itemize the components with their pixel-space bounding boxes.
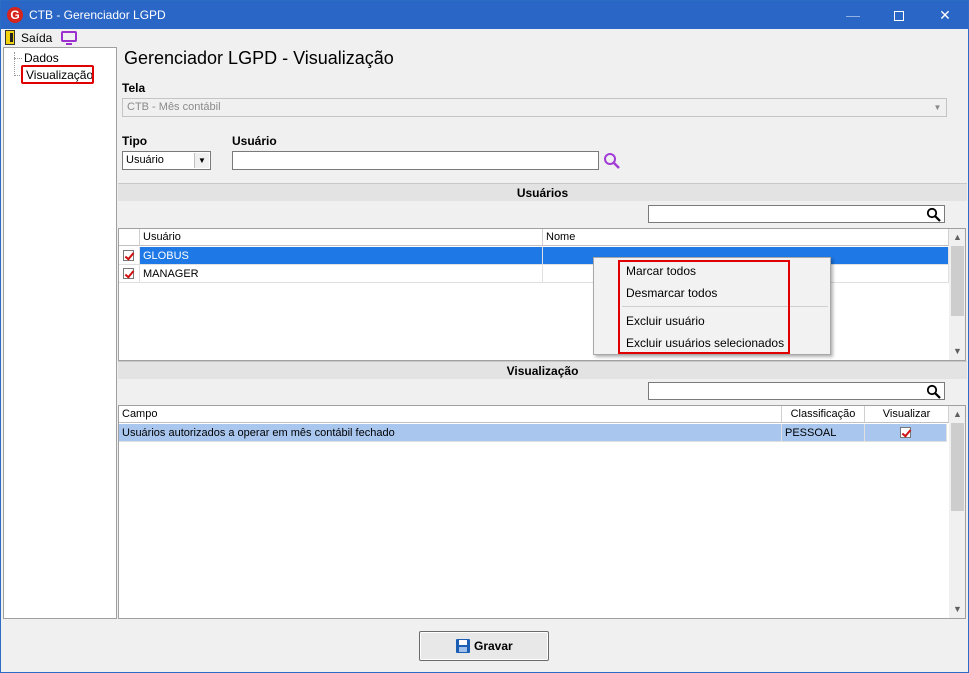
context-menu: Marcar todos Desmarcar todos Excluir usu…: [593, 257, 831, 355]
save-button[interactable]: Gravar: [419, 631, 549, 661]
table-row[interactable]: Usuários autorizados a operar em mês con…: [119, 424, 947, 442]
tipo-label: Tipo: [122, 134, 148, 148]
title-bar: G CTB - Gerenciador LGPD — ✕: [1, 1, 968, 29]
table-header-checkbox: [119, 229, 140, 246]
tela-select[interactable]: CTB - Mês contábil ▼: [122, 98, 947, 117]
scroll-up-icon[interactable]: ▲: [949, 406, 965, 423]
menu-bar: Saída: [1, 29, 968, 47]
highlight-box: [21, 65, 94, 84]
checkbox-checked[interactable]: [123, 250, 134, 261]
chevron-down-icon[interactable]: ▼: [930, 100, 945, 115]
usuarios-table: Usuário Nome GLOBUS MANAGER ▲ ▼: [118, 228, 966, 361]
usuario-input[interactable]: [232, 151, 599, 170]
tela-label: Tela: [122, 81, 146, 95]
row-usuario[interactable]: MANAGER: [140, 265, 543, 283]
usuarios-filter-input[interactable]: [648, 205, 945, 223]
row-usuario[interactable]: GLOBUS: [140, 247, 543, 265]
tree-connector: [14, 52, 15, 76]
checkbox-checked[interactable]: [123, 268, 134, 279]
minimize-button[interactable]: —: [830, 1, 876, 29]
table-header-nome[interactable]: Nome: [543, 229, 949, 246]
row-checkbox-cell[interactable]: [119, 247, 140, 265]
navigation-tree: Dados Visualização: [3, 47, 117, 619]
visualizacao-section-header: Visualização: [118, 361, 967, 379]
table-header-usuario[interactable]: Usuário: [140, 229, 543, 246]
page-title: Gerenciador LGPD - Visualização: [124, 48, 394, 68]
app-window: G CTB - Gerenciador LGPD — ✕ Saída Dados…: [0, 0, 969, 673]
scroll-down-icon[interactable]: ▼: [949, 601, 965, 618]
search-icon[interactable]: [926, 207, 942, 223]
window-title: CTB - Gerenciador LGPD: [29, 8, 166, 22]
visualizacao-scrollbar[interactable]: ▲ ▼: [949, 406, 965, 618]
app-logo-icon: G: [7, 7, 23, 23]
table-header-visualizar[interactable]: Visualizar: [865, 406, 949, 423]
visualizacao-table: Campo Classificação Visualizar Usuários …: [118, 405, 966, 619]
tipo-select-value: Usuário: [126, 154, 164, 166]
scroll-thumb[interactable]: [951, 246, 964, 316]
usuarios-section-header: Usuários: [118, 183, 967, 201]
monitor-icon[interactable]: [61, 31, 77, 45]
close-button[interactable]: ✕: [922, 1, 968, 29]
highlight-box: [618, 260, 790, 354]
table-header-campo[interactable]: Campo: [119, 406, 782, 423]
tela-select-value: CTB - Mês contábil: [127, 101, 221, 113]
row-checkbox-cell[interactable]: [119, 265, 140, 283]
tree-item-dados[interactable]: Dados: [24, 51, 59, 65]
tree-connector: [14, 58, 22, 59]
row-visualizar-cell[interactable]: [865, 424, 947, 442]
search-icon[interactable]: [926, 384, 942, 400]
visualizacao-filter-input[interactable]: [648, 382, 945, 400]
exit-door-icon[interactable]: [5, 30, 15, 45]
maximize-button[interactable]: [876, 1, 922, 29]
search-icon[interactable]: [603, 152, 621, 170]
row-campo[interactable]: Usuários autorizados a operar em mês con…: [119, 424, 782, 442]
maximize-icon: [894, 11, 904, 22]
usuario-label: Usuário: [232, 134, 277, 148]
tipo-select[interactable]: Usuário ▼: [122, 151, 211, 170]
scroll-up-icon[interactable]: ▲: [949, 229, 965, 246]
scroll-down-icon[interactable]: ▼: [949, 343, 965, 360]
usuarios-scrollbar[interactable]: ▲ ▼: [949, 229, 965, 360]
table-header-classificacao[interactable]: Classificação: [782, 406, 865, 423]
chevron-down-icon[interactable]: ▼: [194, 153, 209, 168]
checkbox-checked[interactable]: [900, 427, 911, 438]
scroll-thumb[interactable]: [951, 423, 964, 511]
menu-exit[interactable]: Saída: [21, 31, 52, 45]
save-button-label: Gravar: [474, 639, 513, 653]
row-classificacao[interactable]: PESSOAL: [782, 424, 865, 442]
floppy-disk-icon: [456, 639, 470, 653]
